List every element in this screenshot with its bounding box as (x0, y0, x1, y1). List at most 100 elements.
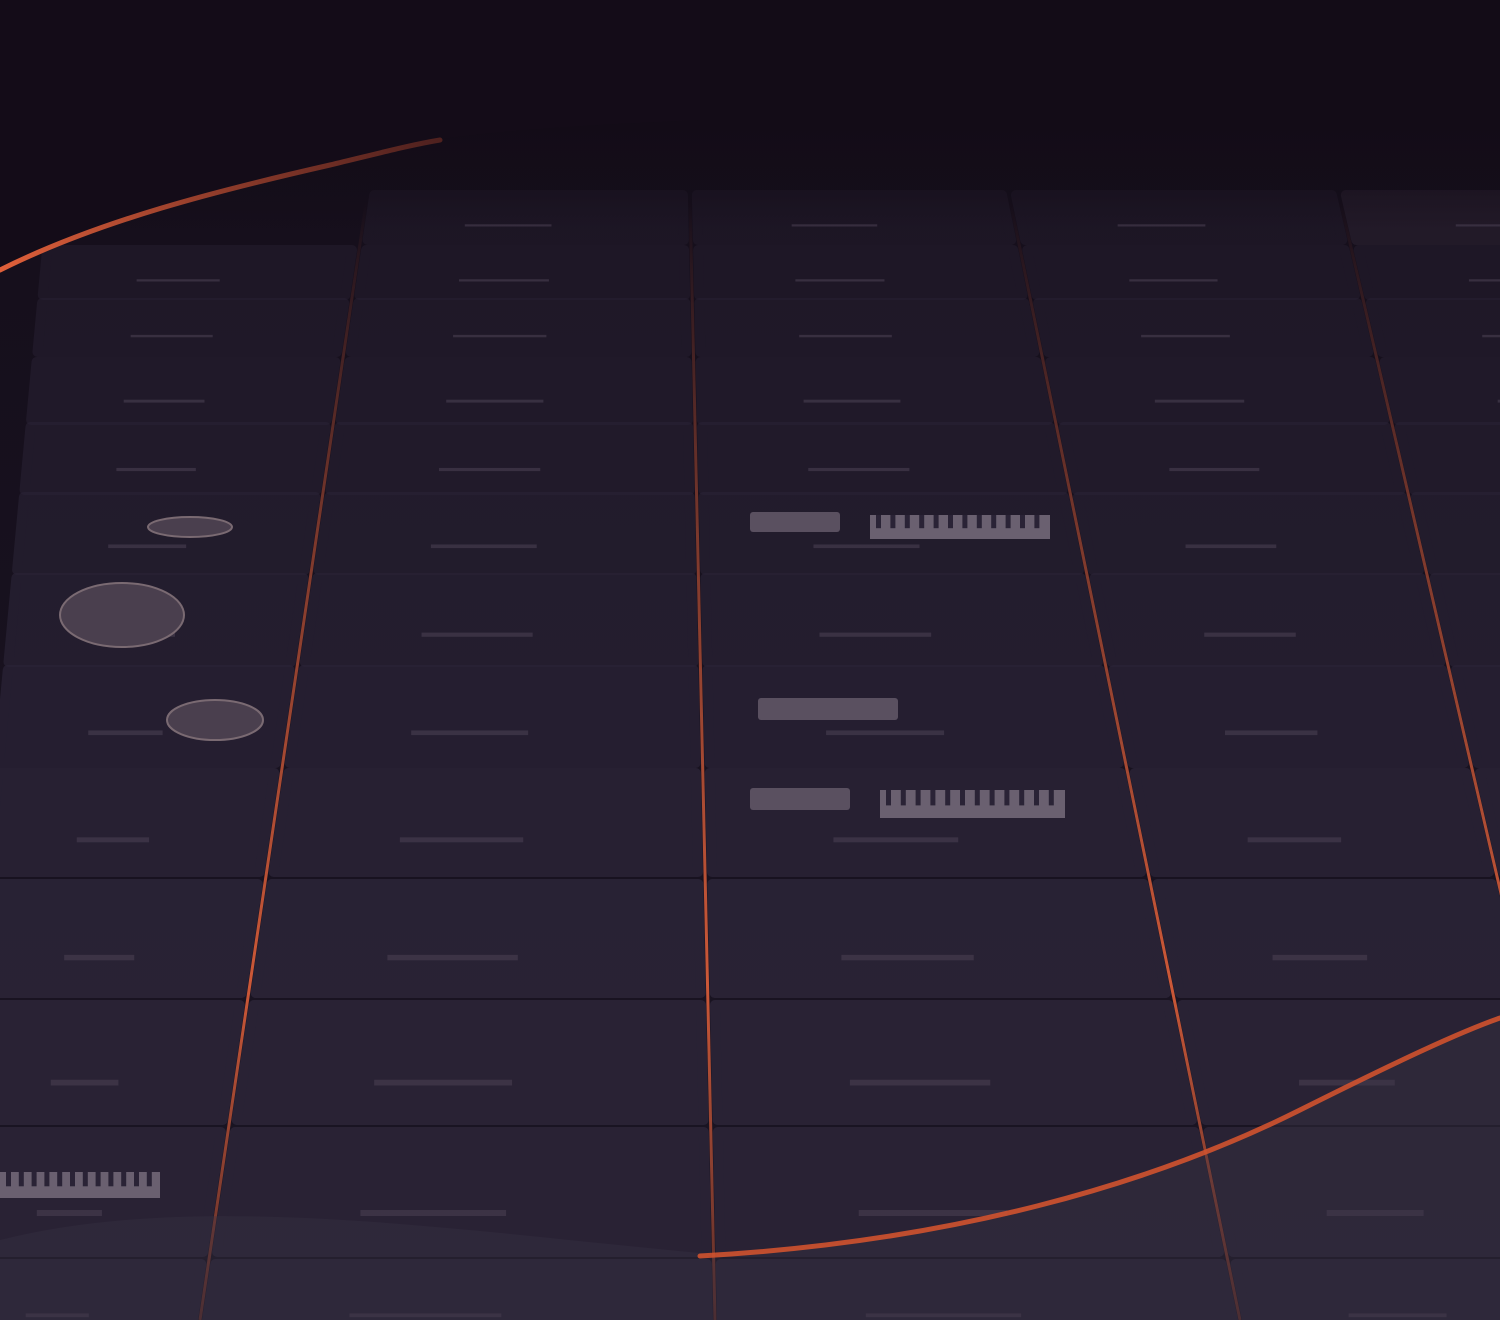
grid-card (1152, 879, 1500, 998)
grid-card (700, 573, 1103, 667)
device-illustration (758, 698, 898, 720)
keyboard-black-key (1019, 790, 1025, 806)
card-illustration-mark (1154, 399, 1245, 403)
grid-card (231, 1000, 709, 1125)
card-illustration-mark (446, 399, 544, 403)
card-illustration-mark (88, 730, 163, 736)
keyboard-black-key (1020, 515, 1025, 529)
grid-card (1365, 298, 1500, 357)
round-device-illustration (147, 516, 233, 538)
grid-card (250, 879, 706, 998)
grid-card (268, 768, 703, 877)
card-illustration-mark (813, 544, 920, 549)
card-illustration-mark (130, 334, 213, 338)
grid-card (697, 422, 1068, 495)
keyboard-black-key (904, 515, 910, 529)
grid-card (694, 298, 1040, 357)
keyboard-black-key (6, 1172, 11, 1187)
grid-card (19, 422, 331, 495)
card-illustration-mark (438, 467, 541, 472)
grid-card (0, 1000, 245, 1125)
grid-card (37, 245, 358, 300)
grid-card (313, 492, 697, 575)
card-illustration-mark (421, 632, 533, 637)
card-illustration-mark (1247, 837, 1342, 843)
card-illustration-mark (1204, 632, 1296, 637)
card-illustration-mark (803, 399, 901, 403)
grid-card (1353, 245, 1500, 300)
card-illustration-mark (108, 544, 187, 549)
grid-card (299, 573, 699, 667)
card-illustration-mark (1141, 334, 1230, 338)
grid-card (1072, 492, 1424, 575)
keyboard-black-key (989, 790, 995, 806)
grid-card (1058, 422, 1406, 495)
keyboard-black-key (945, 790, 951, 806)
grid-card (693, 245, 1028, 300)
keyboard-black-key (919, 515, 925, 529)
keyboard-black-key (976, 515, 982, 529)
card-illustration-mark (795, 279, 885, 282)
keyboard-black-key (974, 790, 980, 806)
keyboard-black-key (933, 515, 939, 529)
card-illustration-mark (1169, 467, 1260, 472)
card-illustration-mark (123, 399, 205, 403)
keyboard-black-key (876, 515, 881, 529)
card-illustration-mark (136, 279, 220, 282)
card-illustration-mark (858, 1210, 1008, 1216)
round-device-illustration (59, 582, 185, 648)
grid-card (707, 879, 1171, 998)
card-illustration-mark (64, 954, 135, 961)
keyboard-black-key (1048, 790, 1054, 806)
grid-card (709, 1000, 1197, 1125)
keyboard-black-key (900, 790, 906, 806)
card-illustration-mark (411, 730, 529, 736)
keyboard-black-key (121, 1172, 127, 1187)
card-illustration-mark (1468, 279, 1500, 282)
grid-card (1033, 298, 1374, 357)
grid-card (1410, 492, 1500, 575)
card-illustration-mark (458, 279, 549, 282)
keyboard-black-key (95, 1172, 101, 1187)
keyboard-black-key (962, 515, 968, 529)
card-illustration-mark (799, 334, 892, 338)
grid-card (325, 422, 695, 495)
grid-card (1108, 665, 1469, 768)
keyboard-black-key (991, 515, 997, 529)
card-illustration-mark (387, 954, 518, 961)
card-illustration-mark (430, 544, 537, 549)
card-illustration-mark (819, 632, 932, 637)
grid-card (704, 768, 1146, 877)
card-illustration-mark (36, 1210, 102, 1216)
grid-card (1129, 768, 1494, 877)
grid-card (1089, 573, 1446, 667)
keyboard-black-key (57, 1172, 63, 1187)
keyboard-black-key (1004, 790, 1010, 806)
card-illustration-mark (833, 837, 959, 843)
grid-card (26, 357, 341, 425)
keyboard-black-key (70, 1172, 75, 1187)
card-illustration-mark (50, 1079, 119, 1086)
keyboard-black-key (31, 1172, 37, 1187)
device-illustration (750, 512, 840, 532)
keyboard-black-key (890, 515, 896, 529)
grid-card (284, 665, 701, 768)
keyboard-black-key (18, 1172, 24, 1187)
grid-card (32, 298, 350, 357)
device-illustration (750, 788, 850, 810)
round-device-illustration (166, 699, 264, 741)
keyboard-black-key (930, 790, 936, 806)
card-illustration-mark (1185, 544, 1277, 549)
grid-card (335, 357, 693, 425)
keyboard-black-key (146, 1172, 152, 1187)
grid-card (354, 245, 691, 300)
card-illustration-mark (849, 1079, 991, 1086)
grid-card (0, 768, 280, 877)
card-illustration-mark (360, 1210, 507, 1216)
card-illustration-mark (116, 467, 196, 472)
keyboard-black-key (1005, 515, 1011, 529)
keyboard-black-key (44, 1172, 50, 1187)
grid-card (0, 879, 263, 998)
grid-card (1379, 357, 1500, 425)
grid-card (345, 298, 692, 357)
